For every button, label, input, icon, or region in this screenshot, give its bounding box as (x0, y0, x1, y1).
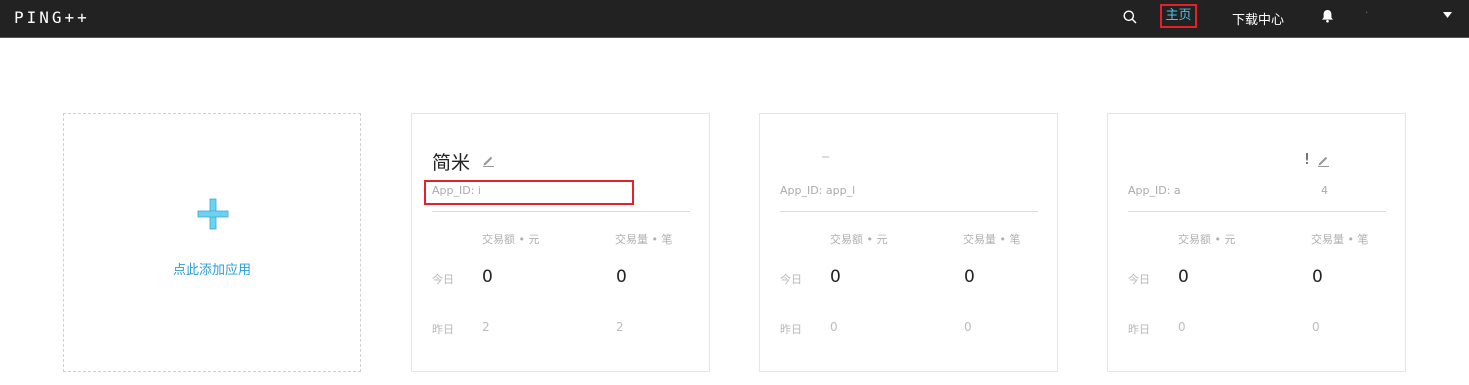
today-count-value: 0 (616, 267, 627, 287)
edit-icon[interactable] (482, 154, 495, 167)
yesterday-count-value: 0 (964, 320, 972, 334)
yesterday-label: 昨日 (1128, 323, 1150, 336)
app-name: ! (1304, 150, 1311, 168)
today-count-value: 0 (964, 267, 975, 287)
yesterday-count-value: 2 (616, 320, 624, 334)
app-id: App_ID: app_l (780, 184, 856, 197)
add-app-card[interactable]: 点此添加应用 (63, 113, 361, 372)
yesterday-count-value: 0 (1312, 320, 1320, 334)
yesterday-label: 昨日 (432, 323, 454, 336)
today-amount-value: 0 (830, 267, 841, 287)
card-divider (432, 211, 690, 212)
app-id: App_ID: a (1128, 184, 1181, 197)
app-name: 简米 (432, 152, 471, 174)
column-header-amount: 交易额 • 元 (1178, 233, 1236, 246)
column-header-count: 交易量 • 笔 (963, 233, 1021, 246)
ping-logo[interactable]: PING++ (14, 8, 90, 27)
today-label: 今日 (780, 273, 802, 286)
chevron-down-icon[interactable] (1443, 12, 1452, 18)
column-header-count: 交易量 • 笔 (1311, 233, 1369, 246)
today-amount-value: 0 (482, 267, 493, 287)
today-label: 今日 (432, 273, 454, 286)
today-label: 今日 (1128, 273, 1150, 286)
today-amount-value: 0 (1178, 267, 1189, 287)
app-card[interactable]: ! App_ID: a 4 交易额 • 元 交易量 • 笔 今日 0 0 昨日 … (1107, 113, 1406, 372)
yesterday-amount-value: 0 (830, 320, 838, 334)
app-id-tail: 4 (1321, 184, 1328, 197)
yesterday-amount-value: 0 (1178, 320, 1186, 334)
bell-icon[interactable] (1321, 9, 1334, 23)
column-header-amount: 交易额 • 元 (830, 233, 888, 246)
card-divider (780, 211, 1038, 212)
column-header-amount: 交易额 • 元 (482, 233, 540, 246)
card-divider (1128, 211, 1386, 212)
top-navigation-bar: PING++ 主页 下载中心 · (0, 0, 1469, 38)
yesterday-amount-value: 2 (482, 320, 490, 334)
today-count-value: 0 (1312, 267, 1323, 287)
add-app-label[interactable]: 点此添加应用 (64, 259, 360, 278)
nav-download-center-link[interactable]: 下载中心 (1232, 9, 1284, 28)
app-id-highlight-box (424, 180, 634, 205)
edit-icon[interactable] (1317, 154, 1330, 167)
plus-icon (197, 198, 229, 230)
user-name[interactable]: · (1365, 8, 1368, 19)
nav-home-link[interactable]: 主页 (1160, 4, 1197, 28)
app-card[interactable]: _ App_ID: app_l 交易额 • 元 交易量 • 笔 今日 0 0 昨… (759, 113, 1058, 372)
app-name: _ (822, 142, 829, 158)
column-header-count: 交易量 • 笔 (615, 233, 673, 246)
app-card[interactable]: 简米 App_ID: i 交易额 • 元 交易量 • 笔 今日 0 0 昨日 2… (411, 113, 710, 372)
yesterday-label: 昨日 (780, 323, 802, 336)
search-icon[interactable] (1123, 10, 1137, 24)
